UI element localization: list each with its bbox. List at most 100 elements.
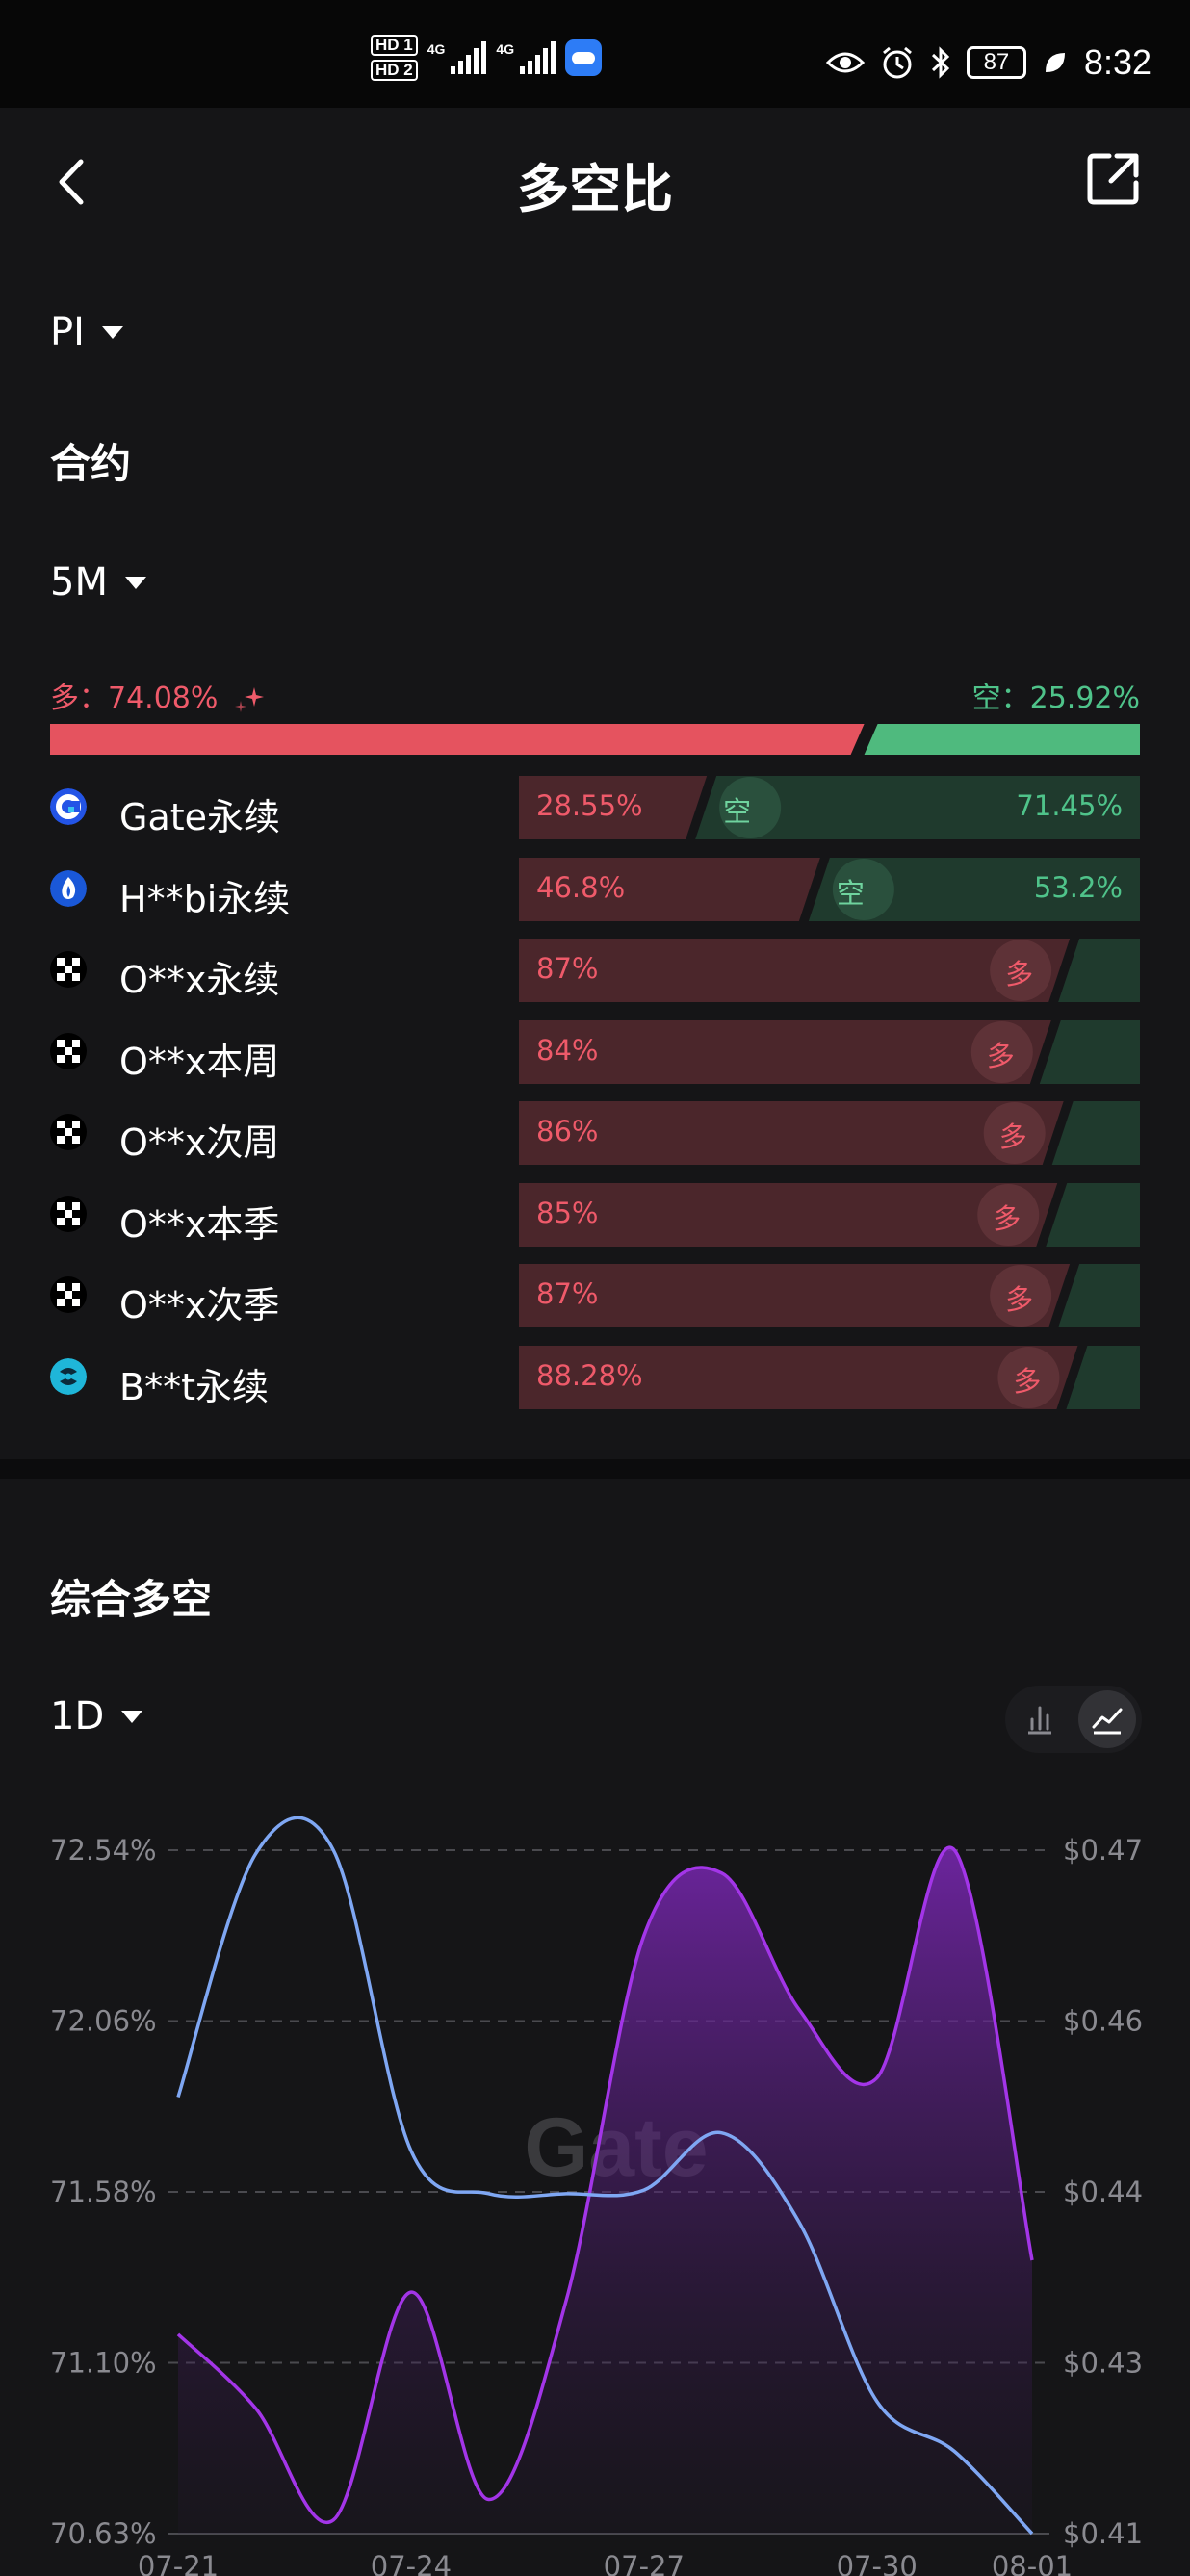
signal-1-icon: 4G (427, 41, 487, 74)
status-right: 87 8:32 (825, 42, 1151, 83)
long-percent: 28.55% (536, 789, 643, 822)
sim2-badge: HD 2 (371, 60, 418, 81)
period-selector-value: 5M (50, 560, 108, 605)
exchange-name: O**x本季 (119, 1202, 280, 1246)
y-left-tick-label: 71.58% (50, 2176, 157, 2208)
exchange-ratio-bar: 85% 多 (519, 1182, 1140, 1247)
caret-down-icon (101, 325, 123, 339)
long-ratio-segment (50, 724, 865, 755)
long-segment (519, 1182, 1058, 1247)
long-segment (519, 1264, 1071, 1327)
bybit-logo-icon (50, 1357, 87, 1395)
y-right-tick-label: $0.47 (1063, 1834, 1143, 1867)
coin-selector[interactable]: PI (50, 310, 123, 354)
okx-logo-icon (50, 1032, 87, 1069)
huobi-logo-icon (50, 869, 87, 907)
long-percent: 46.8% (536, 870, 626, 904)
x-tick-label: 07-30 (837, 2550, 918, 2576)
x-tick-label: 07-27 (604, 2550, 685, 2576)
line-chart-icon (1092, 1708, 1123, 1735)
okx-logo-icon (50, 951, 87, 988)
long-ratio-label: 多：74.08% (50, 674, 266, 716)
weather-app-icon (565, 39, 603, 76)
composite-long-short-chart: 72.54% $0.47 72.06% $0.46 71.58% $0.44 71.10% $… (50, 1816, 1143, 2576)
exchange-name: O**x本周 (119, 1040, 280, 1083)
x-tick-label: 07-24 (371, 2550, 452, 2576)
contract-section-title: 合约 (50, 440, 132, 487)
y-left-tick-label: 72.54% (50, 1834, 157, 1867)
long-percent: 84% (536, 1033, 599, 1067)
long-percent: 87% (536, 952, 599, 985)
exchange-ratio-bar: 86% 多 (519, 1101, 1140, 1165)
bluetooth-icon (931, 46, 950, 79)
exchange-name: B**t永续 (119, 1365, 269, 1408)
exchange-ratio-bar: 46.8% 53.2% 空 (519, 857, 1140, 921)
long-short-ratio-bar (50, 724, 1140, 755)
status-bar: HD 1 HD 2 4G 4G 87 8:32 (0, 0, 1190, 108)
section-divider (0, 1459, 1190, 1479)
gate-logo-icon (50, 788, 87, 825)
short-segment (1058, 1264, 1140, 1327)
exchange-row: O**x次季 87% 多 (50, 1264, 1140, 1327)
long-percent: 88.28% (536, 1358, 643, 1392)
short-ratio-label: 空：25.92% (971, 682, 1140, 715)
exchange-name: O**x永续 (119, 959, 280, 1001)
exchange-name: Gate永续 (119, 796, 281, 838)
long-percent: 86% (536, 1115, 599, 1147)
page-title: 多空比 (517, 159, 673, 219)
exchange-row: O**x永续 87% 多 (50, 939, 1140, 1002)
long-segment (519, 939, 1071, 1002)
composite-section-title: 综合多空 (50, 1576, 213, 1623)
alarm-icon (882, 46, 912, 79)
chart-type-toggle (1005, 1686, 1142, 1753)
period-selector[interactable]: 5M (50, 560, 146, 605)
eye-icon (825, 52, 865, 73)
y-left-tick-label: 71.10% (50, 2347, 157, 2380)
exchange-row: H**bi永续 46.8% 53.2% 空 (50, 857, 1140, 921)
long-segment (519, 1101, 1064, 1165)
long-percent: 87% (536, 1277, 599, 1310)
y-right-tick-label: $0.44 (1063, 2176, 1143, 2208)
long-tag: 多 (998, 1121, 1027, 1153)
exchange-name: O**x次周 (119, 1121, 280, 1164)
line-chart-button[interactable] (1078, 1690, 1136, 1748)
short-ratio-segment (864, 724, 1140, 755)
y-left-tick-label: 70.63% (50, 2517, 157, 2550)
sim-indicator: HD 1 HD 2 (371, 35, 418, 81)
clock: 8:32 (1083, 42, 1151, 82)
exchange-ratio-bar: 87% 多 (519, 1264, 1140, 1327)
long-percent: 85% (536, 1196, 599, 1229)
exchange-row: O**x次周 86% 多 (50, 1101, 1140, 1165)
exchange-row: O**x本周 84% 多 (50, 1019, 1140, 1084)
bar-chart-icon (1028, 1706, 1051, 1735)
short-segment (1066, 1345, 1140, 1409)
exchange-row: B**t永续 88.28% 多 (50, 1345, 1140, 1409)
share-button[interactable] (1084, 150, 1142, 208)
okx-logo-icon (50, 1195, 87, 1232)
long-tag: 多 (1005, 958, 1034, 991)
long-tag: 多 (1013, 1364, 1042, 1398)
okx-logo-icon (50, 1114, 87, 1150)
short-percent: 71.45% (1016, 789, 1123, 822)
network-type-2: 4G (496, 41, 515, 57)
caret-down-icon (124, 576, 146, 589)
short-tag: 空 (723, 795, 752, 828)
caret-down-icon (121, 1710, 143, 1723)
network-type: 4G (427, 41, 446, 57)
exchange-row: O**x本季 85% 多 (50, 1182, 1140, 1247)
page-header: 多空比 (0, 108, 1190, 252)
chart-period-value: 1D (50, 1694, 105, 1739)
y-right-tick-label: $0.43 (1063, 2347, 1143, 2380)
exchange-ratio-bar: 87% 多 (519, 939, 1140, 1002)
sparkle-icon (234, 686, 264, 712)
status-left: HD 1 HD 2 4G 4G (371, 35, 603, 81)
chart-period-selector[interactable]: 1D (50, 1694, 143, 1739)
short-percent: 53.2% (1033, 870, 1123, 904)
short-segment (1046, 1182, 1140, 1247)
bar-chart-button[interactable] (1011, 1690, 1069, 1748)
x-tick-label: 08-01 (992, 2550, 1073, 2576)
exchange-ratio-bar: 84% 多 (519, 1019, 1140, 1084)
y-right-tick-label: $0.41 (1063, 2517, 1143, 2550)
exchange-name: H**bi永续 (119, 877, 291, 920)
sim1-badge: HD 1 (371, 35, 418, 56)
